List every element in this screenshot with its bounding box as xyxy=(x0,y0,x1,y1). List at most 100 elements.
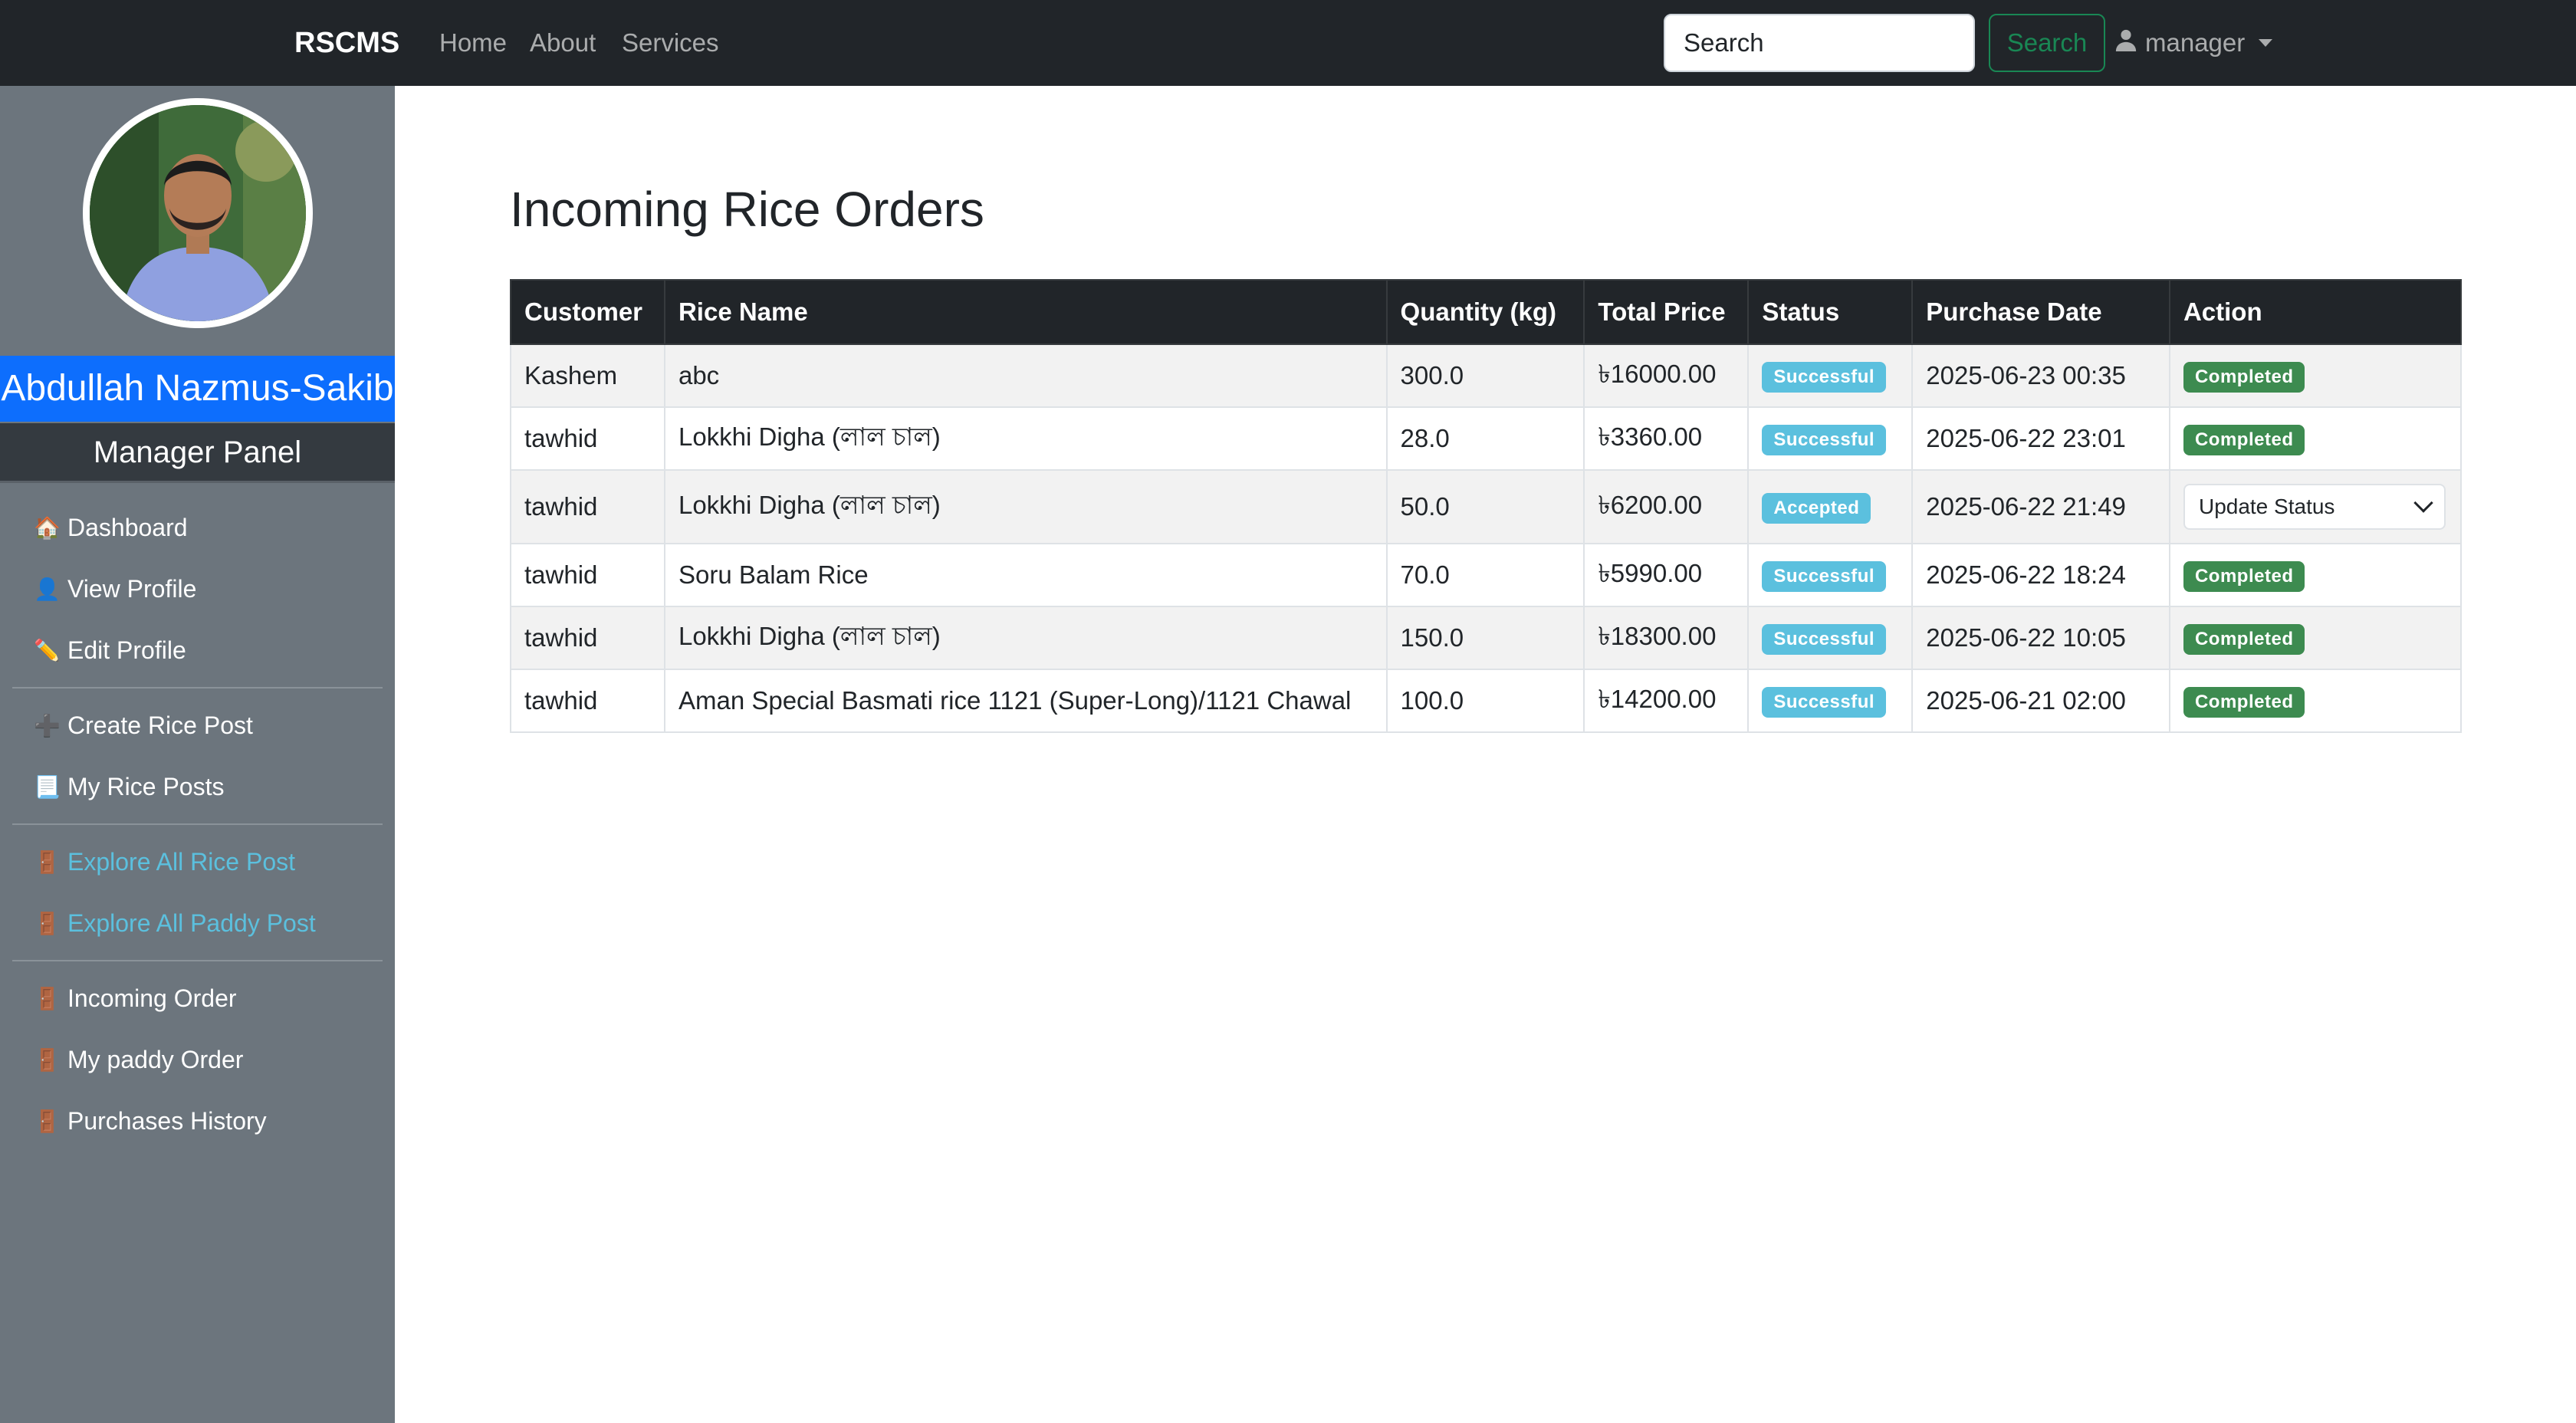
scroll-icon: 📃 xyxy=(34,774,61,799)
sidebar-item-label: Edit Profile xyxy=(67,636,186,664)
status-cell: Successful xyxy=(1747,543,1914,607)
user-dropdown[interactable]: manager xyxy=(2114,0,2273,86)
completed-badge: Completed xyxy=(2183,623,2305,655)
sidebar-item-label: View Profile xyxy=(67,574,197,603)
avatar xyxy=(83,98,313,328)
column-header: Rice Name xyxy=(663,279,1388,345)
customer-cell: tawhid xyxy=(510,606,665,670)
total-price-cell: ৳6200.00 xyxy=(1583,469,1750,544)
profile-name: Abdullah Nazmus-Sakib xyxy=(0,356,395,422)
door-icon: 🚪 xyxy=(34,1109,61,1133)
column-header: Total Price xyxy=(1583,279,1750,345)
action-cell: Completed xyxy=(2168,543,2463,607)
table-row: tawhid Soru Balam Rice 70.0 ৳5990.00 Suc… xyxy=(510,543,2463,607)
action-cell: Completed xyxy=(2168,406,2463,471)
chevron-down-icon xyxy=(2413,493,2433,513)
quantity-cell: 28.0 xyxy=(1385,406,1585,471)
quantity-cell: 150.0 xyxy=(1385,606,1585,670)
sidebar-item-label: My paddy Order xyxy=(67,1045,244,1073)
status-cell: Successful xyxy=(1747,606,1914,670)
door-icon: 🚪 xyxy=(34,911,61,935)
purchase-date-cell: 2025-06-21 02:00 xyxy=(1911,669,2170,733)
user-icon xyxy=(2114,28,2137,58)
total-price-cell: ৳16000.00 xyxy=(1583,343,1750,408)
rice-name-cell: Soru Balam Rice xyxy=(663,543,1388,607)
nav-about-link[interactable]: About xyxy=(530,0,596,86)
sidebar-item-explore-rice[interactable]: 🚪 Explore All Rice Post xyxy=(34,839,295,885)
completed-badge: Completed xyxy=(2183,560,2305,592)
total-price-cell: ৳18300.00 xyxy=(1583,606,1750,670)
quantity-cell: 50.0 xyxy=(1385,469,1585,544)
total-price-cell: ৳3360.00 xyxy=(1583,406,1750,471)
door-icon: 🚪 xyxy=(34,986,61,1011)
purchase-date-cell: 2025-06-23 00:35 xyxy=(1911,343,2170,408)
customer-cell: tawhid xyxy=(510,543,665,607)
table-row: tawhid Aman Special Basmati rice 1121 (S… xyxy=(510,669,2463,733)
sidebar-item-dashboard[interactable]: 🏠 Dashboard xyxy=(34,504,188,550)
brand-logo[interactable]: RSCMS xyxy=(294,0,399,86)
sidebar-item-my-paddy-order[interactable]: 🚪 My paddy Order xyxy=(34,1037,243,1083)
panel-title: Manager Panel xyxy=(0,423,395,483)
plus-icon: ➕ xyxy=(34,713,61,738)
status-badge: Successful xyxy=(1762,424,1887,455)
sidebar-item-label: Explore All Rice Post xyxy=(67,847,296,876)
status-cell: Successful xyxy=(1747,406,1914,471)
action-cell: Update Status xyxy=(2168,469,2463,544)
status-badge: Accepted xyxy=(1762,492,1871,524)
status-badge: Successful xyxy=(1762,560,1887,592)
sidebar-item-view-profile[interactable]: 👤 View Profile xyxy=(34,566,196,612)
sidebar-item-label: My Rice Posts xyxy=(67,772,225,800)
total-price-cell: ৳5990.00 xyxy=(1583,543,1750,607)
customer-cell: tawhid xyxy=(510,669,665,733)
sidebar-item-my-rice-posts[interactable]: 📃 My Rice Posts xyxy=(34,764,224,810)
search-input[interactable] xyxy=(1664,14,1975,72)
sidebar: Abdullah Nazmus-Sakib Manager Panel 🏠 Da… xyxy=(0,86,395,1423)
status-cell: Accepted xyxy=(1747,469,1914,544)
nav-home-link[interactable]: Home xyxy=(439,0,507,86)
table-row: Kashem abc 300.0 ৳16000.00 Successful 20… xyxy=(510,343,2463,408)
table-header-row: Customer Rice Name Quantity (kg) Total P… xyxy=(510,279,2463,345)
sidebar-item-edit-profile[interactable]: ✏️ Edit Profile xyxy=(34,627,186,673)
sidebar-item-purchases-history[interactable]: 🚪 Purchases History xyxy=(34,1098,267,1144)
purchase-date-cell: 2025-06-22 21:49 xyxy=(1911,469,2170,544)
update-status-label: Update Status xyxy=(2198,495,2335,518)
purchase-date-cell: 2025-06-22 18:24 xyxy=(1911,543,2170,607)
sidebar-divider xyxy=(12,823,383,825)
completed-badge: Completed xyxy=(2183,424,2305,455)
rice-name-cell: Aman Special Basmati rice 1121 (Super-Lo… xyxy=(663,669,1388,733)
search-button[interactable]: Search xyxy=(1989,14,2105,72)
sidebar-item-label: Create Rice Post xyxy=(67,711,253,739)
completed-badge: Completed xyxy=(2183,686,2305,718)
chevron-down-icon xyxy=(2259,39,2273,47)
table-row: tawhid Lokkhi Digha (লাল চাল) 50.0 ৳6200… xyxy=(510,469,2463,544)
update-status-select[interactable]: Update Status xyxy=(2183,484,2446,530)
sidebar-item-incoming-order[interactable]: 🚪 Incoming Order xyxy=(34,975,237,1021)
rice-name-cell: abc xyxy=(663,343,1388,408)
page-title: Incoming Rice Orders xyxy=(510,182,984,237)
action-cell: Completed xyxy=(2168,606,2463,670)
status-cell: Successful xyxy=(1747,343,1914,408)
rice-name-cell: Lokkhi Digha (লাল চাল) xyxy=(663,469,1388,544)
total-price-cell: ৳14200.00 xyxy=(1583,669,1750,733)
sidebar-item-label: Explore All Paddy Post xyxy=(67,909,316,937)
column-header: Purchase Date xyxy=(1911,279,2170,345)
sidebar-divider xyxy=(12,687,383,688)
rice-name-cell: Lokkhi Digha (লাল চাল) xyxy=(663,606,1388,670)
rice-name-cell: Lokkhi Digha (লাল চাল) xyxy=(663,406,1388,471)
column-header: Quantity (kg) xyxy=(1385,279,1585,345)
user-label: manager xyxy=(2145,28,2246,57)
table-row: tawhid Lokkhi Digha (লাল চাল) 150.0 ৳183… xyxy=(510,606,2463,670)
purchase-date-cell: 2025-06-22 23:01 xyxy=(1911,406,2170,471)
sidebar-item-label: Incoming Order xyxy=(67,984,237,1012)
quantity-cell: 300.0 xyxy=(1385,343,1585,408)
completed-badge: Completed xyxy=(2183,361,2305,393)
column-header: Action xyxy=(2168,279,2463,345)
sidebar-item-label: Purchases History xyxy=(67,1106,267,1135)
nav-services-link[interactable]: Services xyxy=(622,0,719,86)
door-icon: 🚪 xyxy=(34,1047,61,1072)
table-row: tawhid Lokkhi Digha (লাল চাল) 28.0 ৳3360… xyxy=(510,406,2463,471)
customer-cell: Kashem xyxy=(510,343,665,408)
status-badge: Successful xyxy=(1762,623,1887,655)
sidebar-item-explore-paddy[interactable]: 🚪 Explore All Paddy Post xyxy=(34,900,316,946)
sidebar-item-create-rice-post[interactable]: ➕ Create Rice Post xyxy=(34,702,253,748)
